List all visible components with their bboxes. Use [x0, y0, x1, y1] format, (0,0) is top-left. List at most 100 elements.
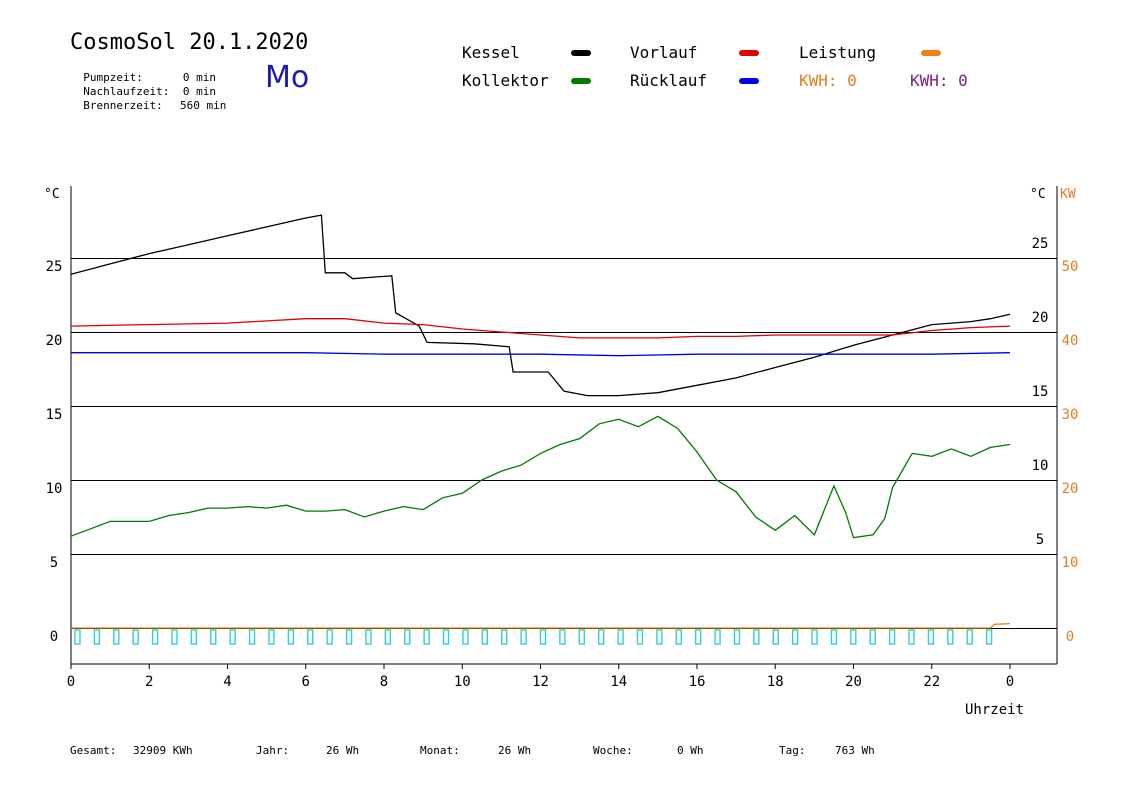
- pump-pulse: [830, 629, 838, 645]
- stat-tag-value: 763 Wh: [835, 744, 875, 757]
- pump-pulse: [442, 629, 450, 645]
- y-tick-label-left: 15: [46, 407, 63, 423]
- pump-pulse: [559, 629, 566, 645]
- pump-pulse: [93, 629, 101, 645]
- pump-pulse: [423, 629, 430, 645]
- x-tick-label: 0: [67, 674, 75, 690]
- pump-pulse: [888, 629, 896, 645]
- power-tick-label: 30: [1062, 407, 1079, 423]
- pump-pulse: [365, 629, 372, 645]
- pump-pulse: [578, 629, 585, 645]
- y-axis-unit-right: °C: [1030, 187, 1046, 202]
- chart-ticks: 0 2 4 6 8 10 12 14 16 18 20 22 0 0 5 10 15 20 25 5 10 15 20 25 0…: [46, 236, 1079, 690]
- pump-pulse: [869, 629, 876, 645]
- pump-pulse: [171, 629, 178, 645]
- series-line-kessel: [70, 214, 1011, 397]
- pump-pulse: [229, 629, 236, 645]
- pump-pulse: [74, 629, 81, 645]
- pump-pulse: [113, 629, 120, 645]
- pump-pulse: [248, 629, 256, 645]
- pump-pulse: [753, 629, 760, 645]
- power-tick-label: 10: [1062, 555, 1079, 571]
- x-tick-label: 22: [923, 674, 940, 690]
- x-tick-label: 18: [767, 674, 784, 690]
- x-tick-label: 16: [689, 674, 706, 690]
- pump-pulse: [501, 629, 508, 645]
- pump-pulse: [772, 629, 779, 645]
- pump-pulse: [966, 629, 973, 645]
- stat-gesamt-value: 32909 KWh: [133, 744, 193, 757]
- y-axis-unit-left: °C: [44, 187, 60, 202]
- chart-grid: [70, 186, 1058, 665]
- stat-woche-value: 0 Wh: [677, 744, 704, 757]
- y-tick-label-right: 10: [1032, 458, 1049, 474]
- y-axis-unit-power: KW: [1060, 187, 1076, 202]
- pump-pulse: [733, 629, 741, 645]
- y-tick-label-right: 5: [1036, 532, 1044, 548]
- pump-pulse: [947, 629, 954, 645]
- pump-pulse: [985, 629, 993, 645]
- pump-pulse: [520, 629, 527, 645]
- pump-pulse: [694, 629, 702, 645]
- chart-svg: 0 2 4 6 8 10 12 14 16 18 20 22 0 0 5 10 15 20 25 5 10 15 20 25 0…: [44, 186, 1079, 718]
- pump-pulse: [326, 629, 333, 645]
- pump-pulse: [345, 629, 353, 645]
- pump-pulse: [462, 629, 469, 645]
- series-line-vorlauf: [70, 318, 1011, 339]
- series-line-leistung: [71, 622, 1011, 629]
- stat-gesamt-label: Gesamt:: [70, 744, 117, 757]
- chart-series: [70, 214, 1011, 629]
- pump-pulse: [307, 629, 314, 645]
- y-tick-label-left: 10: [46, 481, 63, 497]
- power-tick-label: 20: [1062, 481, 1079, 497]
- pump-pulse: [850, 629, 857, 645]
- pump-pulse: [617, 629, 624, 645]
- pump-pulse: [597, 629, 605, 645]
- y-tick-label-left: 5: [50, 555, 58, 571]
- x-tick-label: 0: [1006, 674, 1014, 690]
- pump-pulse: [636, 629, 644, 645]
- pump-pulse: [539, 629, 547, 645]
- y-tick-label-left: 20: [46, 333, 63, 349]
- x-tick-label: 14: [610, 674, 627, 690]
- pump-pulse: [287, 629, 295, 645]
- stat-woche-label: Woche:: [593, 744, 633, 757]
- pump-pulse: [151, 629, 159, 645]
- y-tick-label-left: 25: [46, 259, 63, 275]
- pump-pulse: [656, 629, 663, 645]
- pump-pulse: [190, 629, 198, 645]
- pump-pulse: [210, 629, 217, 645]
- chart-pulses: [74, 629, 993, 645]
- x-tick-label: 4: [223, 674, 231, 690]
- stat-tag-label: Tag:: [779, 744, 806, 757]
- pump-pulse: [714, 629, 721, 645]
- pump-pulse: [791, 629, 799, 645]
- pump-pulse: [384, 629, 392, 645]
- pump-pulse: [811, 629, 818, 645]
- x-tick-label: 8: [380, 674, 388, 690]
- power-tick-label: 0: [1066, 629, 1074, 645]
- x-tick-label: 12: [532, 674, 549, 690]
- power-tick-label: 40: [1062, 333, 1079, 349]
- pump-pulse: [675, 629, 682, 645]
- y-tick-label-right: 15: [1032, 384, 1049, 400]
- pump-pulse: [481, 629, 489, 645]
- y-tick-label-right: 20: [1032, 310, 1049, 326]
- stat-monat-label: Monat:: [420, 744, 460, 757]
- pump-pulse: [404, 629, 411, 645]
- stat-jahr-value: 26 Wh: [326, 744, 360, 757]
- y-tick-label-right: 25: [1032, 236, 1049, 252]
- stat-jahr-label: Jahr:: [256, 744, 290, 757]
- x-axis-label: Uhrzeit: [965, 702, 1024, 718]
- series-line-kollektor: [70, 415, 1011, 539]
- stat-monat-value: 26 Wh: [498, 744, 532, 757]
- x-tick-label: 20: [845, 674, 862, 690]
- pump-pulse: [927, 629, 935, 645]
- x-tick-label: 6: [302, 674, 310, 690]
- series-line-rcklauf: [71, 352, 1011, 357]
- pump-pulse: [268, 629, 275, 645]
- pump-pulse: [132, 629, 139, 645]
- x-tick-label: 10: [454, 674, 471, 690]
- x-tick-label: 2: [145, 674, 153, 690]
- pump-pulse: [908, 629, 915, 645]
